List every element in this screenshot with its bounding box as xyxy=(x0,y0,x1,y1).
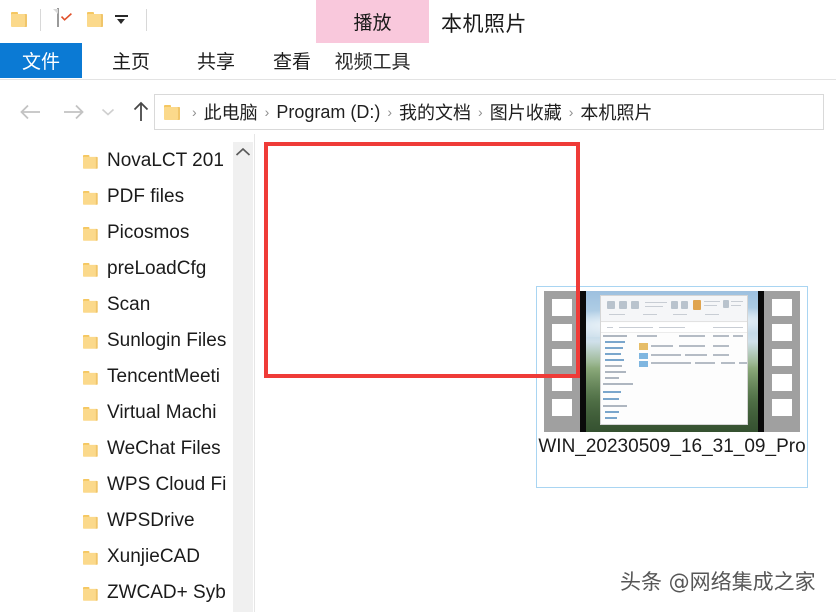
chevron-down-icon xyxy=(101,108,115,116)
nested-file-list xyxy=(637,335,747,367)
breadcrumb-item-4[interactable]: 本机照片 xyxy=(580,99,652,125)
address-folder-icon xyxy=(164,104,181,120)
sidebar-item-wps-cloud-files[interactable]: WPS Cloud Fi xyxy=(0,472,236,502)
sidebar-item-sunlogin-files[interactable]: Sunlogin Files xyxy=(0,328,236,358)
back-button[interactable] xyxy=(14,91,48,133)
tab-file[interactable]: 文件 xyxy=(0,43,82,78)
folder-icon xyxy=(83,407,100,427)
breadcrumb-separator: › xyxy=(478,104,483,120)
chevron-up-icon xyxy=(235,147,251,156)
breadcrumb-item-1[interactable]: Program (D:) xyxy=(276,102,380,123)
sidebar-item-xunjiecad[interactable]: XunjieCAD xyxy=(0,544,236,574)
breadcrumb-separator: › xyxy=(264,104,270,120)
arrow-left-icon xyxy=(20,104,40,120)
sidebar-item-wpsdrive[interactable]: WPSDrive xyxy=(0,508,236,538)
folder-icon xyxy=(83,335,100,355)
sidebar-item-label: Sunlogin Files xyxy=(107,330,227,351)
check-mark-icon xyxy=(61,13,72,21)
sidebar-item-novalct[interactable]: NovaLCT 201 xyxy=(0,148,236,178)
sidebar-item-virtual-machines[interactable]: Virtual Machi xyxy=(0,400,236,430)
ribbon-tab-strip: 文件 主页 共享 查看 视频工具 xyxy=(0,43,836,79)
sidebar-item-label: ZWCAD+ Syb xyxy=(107,582,226,603)
folder-icon xyxy=(83,479,100,499)
sidebar-item-label: TencentMeeti xyxy=(107,366,221,387)
breadcrumb-item-0[interactable]: 此电脑 xyxy=(204,99,258,125)
forward-button[interactable] xyxy=(56,91,90,133)
sidebar-item-label: preLoadCfg xyxy=(107,258,207,279)
explorer-window: 播放 本机照片 文件 主页 共享 查看 视频工具 › 此电脑 › Program… xyxy=(0,0,836,612)
toolbar-separator-1 xyxy=(40,9,41,31)
nested-address-bar xyxy=(601,323,747,333)
tab-video-tools[interactable]: 视频工具 xyxy=(317,43,428,78)
folder-icon xyxy=(83,299,100,319)
window-title: 本机照片 xyxy=(441,13,527,36)
sidebar-item-label: WeChat Files xyxy=(107,438,221,459)
folder-icon xyxy=(83,227,100,247)
contextual-tab-play[interactable]: 播放 xyxy=(316,0,429,43)
breadcrumb-item-3[interactable]: 图片收藏 xyxy=(490,99,562,125)
properties-icon[interactable] xyxy=(53,8,72,27)
up-button[interactable] xyxy=(124,91,158,133)
folder-icon xyxy=(83,443,100,463)
sidebar-item-label: Picosmos xyxy=(107,222,190,243)
folder-icon xyxy=(83,371,100,391)
address-bar[interactable]: › 此电脑 › Program (D:) › 我的文档 › 图片收藏 › 本机照… xyxy=(154,94,824,130)
sidebar-scroll-up-button[interactable] xyxy=(233,142,253,162)
navigation-pane: NovaLCT 201 PDF files Picosmos preLoadCf… xyxy=(0,134,236,612)
ribbon-body xyxy=(0,80,836,90)
tab-home[interactable]: 主页 xyxy=(95,43,167,78)
video-thumbnail[interactable] xyxy=(544,291,800,432)
folder-icon xyxy=(83,587,100,607)
filmstrip-right xyxy=(764,291,800,432)
recent-locations-button[interactable] xyxy=(96,91,120,133)
filmstrip-left xyxy=(544,291,580,432)
toolbar-separator-2 xyxy=(146,9,147,31)
nested-ribbon xyxy=(601,296,747,322)
sidebar-item-label: WPSDrive xyxy=(107,510,195,531)
folder-icon xyxy=(83,155,100,175)
folder-icon[interactable] xyxy=(11,12,28,32)
folder-icon xyxy=(83,263,100,283)
sidebar-item-label: WPS Cloud Fi xyxy=(107,474,227,495)
sidebar-item-picosmos[interactable]: Picosmos xyxy=(0,220,236,250)
sidebar-item-label: XunjieCAD xyxy=(107,546,200,567)
new-folder-icon[interactable] xyxy=(87,12,104,32)
sidebar-item-pdf-files[interactable]: PDF files xyxy=(0,184,236,214)
sidebar-item-zwcad[interactable]: ZWCAD+ Syb xyxy=(0,580,236,610)
content-pane: WIN_20230509_16_31_09_Pro xyxy=(255,134,836,612)
breadcrumb-separator: › xyxy=(568,104,574,120)
sidebar-item-label: PDF files xyxy=(107,186,185,207)
folder-icon xyxy=(83,191,100,211)
sidebar-item-label: Virtual Machi xyxy=(107,402,217,423)
sidebar-item-label: Scan xyxy=(107,294,151,315)
nested-sidebar xyxy=(603,335,635,423)
watermark: 头条 @网络集成之家 xyxy=(620,570,816,594)
arrow-up-icon xyxy=(133,101,149,121)
file-name-label: WIN_20230509_16_31_09_Pro xyxy=(538,436,806,457)
breadcrumb-separator: › xyxy=(387,104,393,120)
sidebar-item-wechat-files[interactable]: WeChat Files xyxy=(0,436,236,466)
folder-icon xyxy=(83,515,100,535)
thumbnail-preview-image xyxy=(580,291,764,432)
sidebar-scrollbar[interactable] xyxy=(233,142,253,612)
nested-explorer-window xyxy=(600,295,748,425)
breadcrumb-separator: › xyxy=(192,104,197,120)
sidebar-item-preloadcfg[interactable]: preLoadCfg xyxy=(0,256,236,286)
tab-share[interactable]: 共享 xyxy=(180,43,252,78)
sidebar-item-label: NovaLCT 201 xyxy=(107,150,224,171)
arrow-right-icon xyxy=(64,104,84,120)
folder-icon xyxy=(83,551,100,571)
sidebar-item-tencentmeeting[interactable]: TencentMeeti xyxy=(0,364,236,394)
breadcrumb-item-2[interactable]: 我的文档 xyxy=(399,99,471,125)
sidebar-item-scan[interactable]: Scan xyxy=(0,292,236,322)
